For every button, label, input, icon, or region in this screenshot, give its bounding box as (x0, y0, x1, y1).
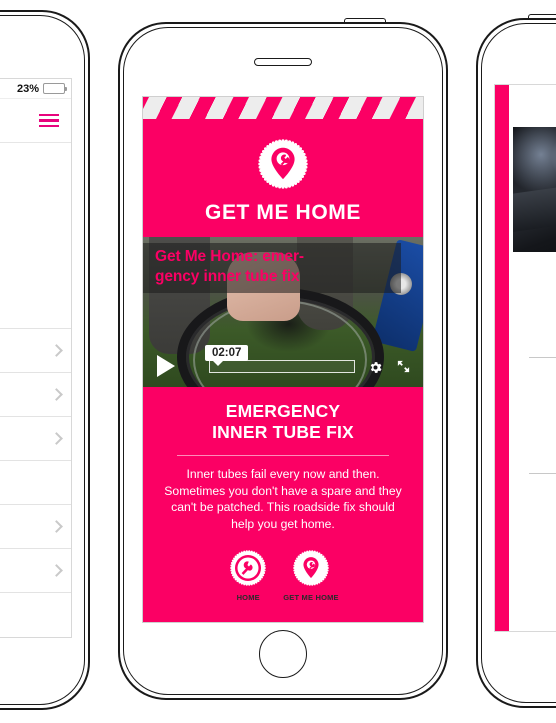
chevron-right-icon (50, 344, 63, 357)
nav-label-home: HOME (236, 593, 260, 602)
article-section: EMERGENCY INNER TUBE FIX Inner tubes fai… (143, 387, 423, 622)
chevron-right-icon (50, 564, 63, 577)
right-phone-screen: II OF C Fro by t av (494, 84, 556, 632)
list-item[interactable] (0, 417, 71, 461)
left-nav-bar (0, 99, 71, 143)
earpiece-speaker (254, 58, 312, 66)
right-article-heading: II OF C (523, 286, 556, 347)
right-body-line-3: av (523, 401, 556, 417)
video-title-line-2: gency inner tube fix (155, 267, 300, 285)
gear-icon[interactable] (368, 360, 383, 375)
right-article-copy: II OF C Fro by t av (513, 252, 556, 475)
article-heading-line-1: EMERGENCY (225, 401, 341, 421)
left-list: in (0, 143, 71, 593)
chevron-right-icon (50, 388, 63, 401)
nav-item-get-me-home[interactable]: GET ME HOME (283, 547, 339, 602)
video-title-line-1: Get Me Home: emer- (155, 248, 304, 265)
center-phone-mockup: GET ME HOME Get Me Home: emer- gency inn… (118, 18, 448, 700)
article-divider (177, 454, 389, 456)
three-phone-mockup-scene: 23% GET ME HOME Get Me Home: emer- gency… (0, 0, 556, 723)
right-content: II OF C Fro by t av (513, 85, 556, 631)
nav-item-home[interactable]: HOME (227, 547, 269, 602)
photo-band (513, 170, 556, 234)
chevron-right-icon (50, 520, 63, 533)
burger-line-3 (39, 124, 59, 128)
left-phone-screen: 23% (0, 78, 72, 638)
list-item[interactable] (0, 329, 71, 373)
right-article-photo (513, 127, 556, 252)
right-article-divider-2 (529, 473, 556, 475)
video-controls: 02:07 (143, 343, 423, 387)
logo-wrap (143, 119, 423, 193)
app-header: GET ME HOME (143, 97, 423, 237)
burger-line-2 (39, 119, 59, 122)
video-player[interactable]: Get Me Home: emer- gency inner tube fix … (143, 237, 423, 387)
list-section-header: in (0, 461, 71, 505)
pink-accent-rail (495, 85, 509, 631)
video-progress-bar[interactable] (209, 360, 355, 373)
home-button[interactable] (259, 630, 307, 678)
app-brand-title: GET ME HOME (205, 201, 361, 224)
nav-label-get-me-home: GET ME HOME (283, 593, 339, 602)
left-phone-mockup: 23% (0, 10, 90, 710)
list-hero-block (0, 143, 71, 329)
right-body-line-1: Fro (523, 368, 556, 384)
list-item[interactable] (0, 505, 71, 549)
center-phone-screen: GET ME HOME Get Me Home: emer- gency inn… (142, 96, 424, 623)
play-icon[interactable] (157, 355, 175, 377)
location-pin-gear-icon (293, 550, 329, 586)
battery-low-icon (43, 83, 67, 94)
list-item[interactable] (0, 549, 71, 593)
hamburger-menu-icon[interactable] (39, 111, 59, 131)
video-title-overlay: Get Me Home: emer- gency inner tube fix (143, 243, 401, 293)
article-heading-line-2: INNER TUBE FIX (212, 422, 354, 443)
right-article-divider (529, 357, 556, 359)
bottom-nav: HOME GET ME HOME (159, 533, 407, 612)
location-pin-gear-logo-icon (258, 139, 308, 189)
left-status-bar: 23% (0, 79, 71, 99)
battery-percent-label: 23% (16, 82, 39, 95)
chevron-right-icon (50, 432, 63, 445)
list-item[interactable] (0, 373, 71, 417)
right-body-line-2: by t (523, 385, 556, 401)
article-heading: EMERGENCY INNER TUBE FIX (159, 401, 407, 444)
fullscreen-icon[interactable] (396, 359, 411, 374)
video-time-label: 02:07 (205, 345, 249, 366)
burger-line-1 (39, 113, 59, 117)
right-phone-mockup: II OF C Fro by t av (476, 14, 556, 708)
diagonal-stripe-band (143, 97, 423, 119)
wrench-gear-icon (230, 550, 267, 586)
article-body: Inner tubes fail every now and then. Som… (164, 466, 402, 532)
